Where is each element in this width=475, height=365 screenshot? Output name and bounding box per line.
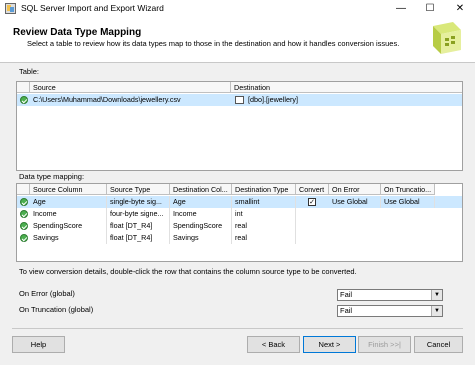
success-icon [20, 198, 28, 206]
minimize-button[interactable]: — [386, 0, 416, 17]
destination-column-cell: Savings [170, 232, 232, 244]
success-icon [20, 210, 28, 218]
mapping-grid[interactable]: Source Column Source Type Destination Co… [16, 183, 463, 262]
on-error-global-value: Fail [340, 290, 353, 299]
back-button[interactable]: < Back [247, 336, 300, 353]
table-row[interactable]: C:\Users\Muhammad\Downloads\jewellery.cs… [17, 94, 462, 106]
table-header-destination[interactable]: Destination [231, 82, 462, 93]
mapping-row[interactable]: Income four-byte signe... Income int [17, 208, 462, 220]
success-icon [20, 222, 28, 230]
on-truncation-global-value: Fail [340, 306, 353, 315]
mapping-header-on-error[interactable]: On Error [329, 184, 381, 195]
destination-type-cell: real [232, 232, 296, 244]
mapping-header-on-truncation[interactable]: On Truncatio... [381, 184, 435, 195]
mapping-header-spacer [17, 184, 30, 195]
source-type-cell: float [DT_R4] [107, 220, 170, 232]
success-icon [20, 234, 28, 242]
destination-column-cell: Income [170, 208, 232, 220]
mapping-label: Data type mapping: [19, 172, 85, 181]
destination-type-cell: real [232, 220, 296, 232]
on-truncation-global-label: On Truncation (global) [19, 305, 94, 314]
table-icon [235, 96, 244, 104]
title-bar: SQL Server Import and Export Wizard — ☐ … [0, 0, 475, 17]
source-type-cell: single-byte sig... [107, 196, 170, 208]
mapping-header-source-type[interactable]: Source Type [107, 184, 170, 195]
convert-checkbox[interactable]: ✓ [308, 198, 316, 206]
mapping-row[interactable]: Age single-byte sig... Age smallint ✓ Us… [17, 196, 462, 208]
table-source-cell: C:\Users\Muhammad\Downloads\jewellery.cs… [33, 95, 181, 104]
close-button[interactable]: ✕ [445, 0, 475, 17]
source-type-cell: four-byte signe... [107, 208, 170, 220]
table-header-source[interactable]: Source [30, 82, 231, 93]
success-icon [20, 96, 28, 104]
mapping-header-source-column[interactable]: Source Column [30, 184, 107, 195]
table-grid[interactable]: Source Destination C:\Users\Muhammad\Dow… [16, 81, 463, 171]
wizard-banner-icon [433, 22, 461, 54]
on-truncation-global-select[interactable]: Fail ▼ [337, 305, 443, 317]
conversion-hint: To view conversion details, double-click… [19, 267, 357, 276]
window-title: SQL Server Import and Export Wizard [21, 3, 164, 13]
source-column-cell: Savings [30, 232, 107, 244]
mapping-header-destination-type[interactable]: Destination Type [232, 184, 296, 195]
destination-column-cell: SpendingScore [170, 220, 232, 232]
wizard-header: Review Data Type Mapping Select a table … [0, 17, 475, 63]
mapping-row[interactable]: Savings float [DT_R4] Savings real [17, 232, 462, 244]
table-label: Table: [19, 67, 40, 76]
destination-column-cell: Age [170, 196, 232, 208]
maximize-button[interactable]: ☐ [415, 0, 445, 17]
on-error-global-label: On Error (global) [19, 289, 75, 298]
cancel-button[interactable]: Cancel [414, 336, 463, 353]
destination-type-cell: int [232, 208, 296, 220]
finish-button: Finish >>| [358, 336, 411, 353]
source-type-cell: float [DT_R4] [107, 232, 170, 244]
chevron-down-icon[interactable]: ▼ [431, 290, 442, 300]
table-header-spacer [17, 82, 30, 93]
app-icon [5, 3, 16, 14]
source-column-cell: Age [30, 196, 107, 208]
on-error-cell[interactable]: Use Global [329, 196, 381, 208]
source-column-cell: Income [30, 208, 107, 220]
page-subtitle: Select a table to review how its data ty… [27, 39, 400, 48]
destination-type-cell: smallint [232, 196, 296, 208]
on-truncation-cell[interactable]: Use Global [381, 196, 435, 208]
footer-divider [12, 328, 463, 329]
on-error-global-select[interactable]: Fail ▼ [337, 289, 443, 301]
chevron-down-icon[interactable]: ▼ [431, 306, 442, 316]
mapping-header-destination-column[interactable]: Destination Col... [170, 184, 232, 195]
source-column-cell: SpendingScore [30, 220, 107, 232]
mapping-row[interactable]: SpendingScore float [DT_R4] SpendingScor… [17, 220, 462, 232]
mapping-header-convert[interactable]: Convert [296, 184, 329, 195]
next-button[interactable]: Next > [303, 336, 356, 353]
help-button[interactable]: Help [12, 336, 65, 353]
table-destination-cell: [dbo].[jewellery] [248, 95, 298, 104]
page-title: Review Data Type Mapping [13, 27, 142, 38]
